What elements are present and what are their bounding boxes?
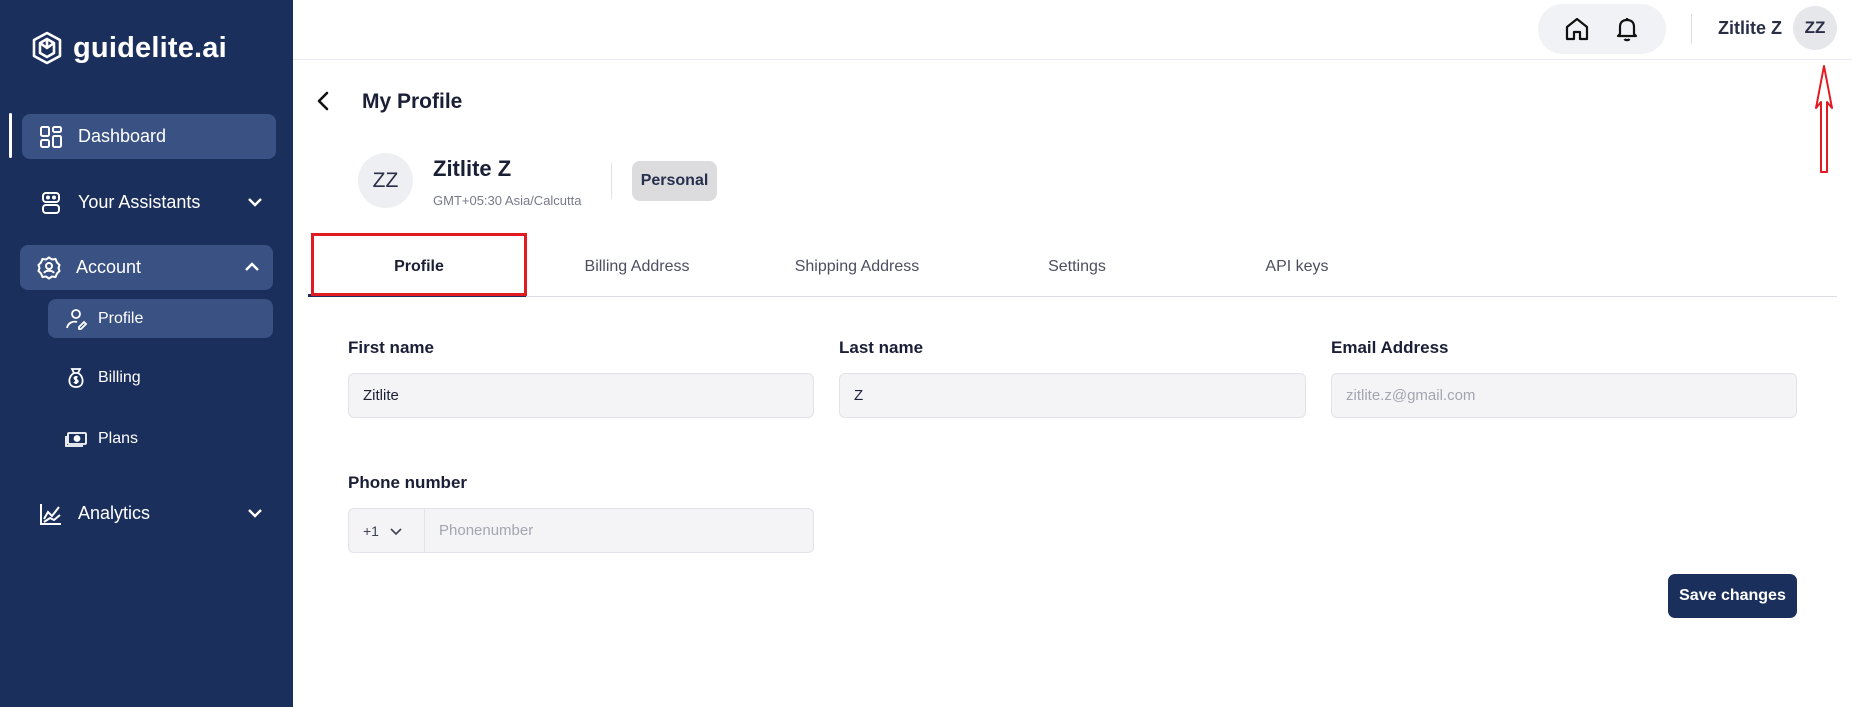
sidebar-subitem-plans[interactable]: Plans: [48, 419, 273, 458]
annotation-highlight-box: [311, 233, 527, 296]
sidebar-item-analytics[interactable]: Analytics: [22, 491, 276, 536]
sidebar-item-label: Plans: [98, 429, 139, 447]
profile-icon: [66, 308, 88, 330]
billing-icon: [68, 367, 84, 388]
sidebar-item-label: Profile: [98, 309, 144, 327]
top-bar: Zitlite Z ZZ: [293, 0, 1852, 60]
sidebar-subitem-billing[interactable]: Billing: [48, 358, 273, 397]
header-avatar[interactable]: ZZ: [1793, 6, 1837, 50]
home-icon[interactable]: [1563, 15, 1591, 43]
sidebar-item-label: Dashboard: [78, 126, 167, 146]
tab-settings[interactable]: Settings: [967, 258, 1187, 276]
last-name-field[interactable]: [839, 373, 1306, 418]
top-icon-group: [1538, 4, 1666, 54]
account-type-badge: Personal: [632, 161, 717, 201]
sidebar-item-label: Your Assistants: [78, 192, 201, 212]
account-gear-icon: [36, 255, 62, 281]
chevron-down-icon: [390, 527, 402, 535]
chevron-up-icon: [245, 262, 259, 271]
tab-shipping-address[interactable]: Shipping Address: [747, 258, 967, 276]
dashboard-icon: [38, 124, 64, 150]
phone-number-field[interactable]: [425, 509, 813, 552]
header-divider: [1691, 14, 1692, 44]
country-code-value: +1: [363, 522, 379, 539]
logo-icon: [32, 31, 62, 65]
sidebar-item-label: Analytics: [78, 503, 151, 523]
profile-divider: [611, 163, 612, 199]
country-code-select[interactable]: +1: [349, 509, 425, 552]
brand-name: guidelite.ai: [73, 31, 227, 64]
phone-label: Phone number: [348, 473, 468, 492]
tabs-divider: [308, 296, 1837, 297]
bell-icon[interactable]: [1613, 15, 1641, 43]
assistant-icon: [38, 190, 64, 216]
tab-billing-address[interactable]: Billing Address: [527, 258, 747, 276]
chevron-down-icon: [248, 509, 262, 518]
annotation-arrow-icon: [1815, 65, 1833, 173]
save-changes-button[interactable]: Save changes: [1668, 574, 1797, 618]
profile-name: Zitlite Z: [433, 156, 512, 181]
header-user-name[interactable]: Zitlite Z: [1718, 18, 1782, 39]
active-indicator: [9, 113, 12, 158]
email-label: Email Address: [1331, 338, 1449, 357]
email-field: [1331, 373, 1797, 418]
tab-api-keys[interactable]: API keys: [1187, 258, 1407, 276]
profile-avatar: ZZ: [358, 153, 413, 208]
sidebar-item-dashboard[interactable]: Dashboard: [22, 114, 276, 159]
chevron-down-icon: [248, 198, 262, 207]
plans-icon: [65, 431, 87, 447]
phone-field-group: +1: [348, 508, 814, 553]
sidebar-item-account[interactable]: Account: [20, 245, 273, 290]
profile-timezone: GMT+05:30 Asia/Calcutta: [433, 193, 582, 208]
analytics-icon: [38, 501, 64, 527]
brand-logo[interactable]: guidelite.ai: [29, 30, 227, 66]
sidebar-subitem-profile[interactable]: Profile: [48, 299, 273, 338]
first-name-label: First name: [348, 338, 434, 357]
sidebar-item-label: Account: [76, 257, 142, 277]
sidebar-item-label: Billing: [98, 368, 141, 386]
last-name-label: Last name: [839, 338, 924, 357]
sidebar-item-assistants[interactable]: Your Assistants: [22, 180, 276, 225]
sidebar: guidelite.ai Dashboard Your Assistants A…: [0, 0, 293, 707]
back-arrow-icon[interactable]: [313, 88, 335, 114]
page-title: My Profile: [362, 90, 463, 113]
first-name-field[interactable]: [348, 373, 814, 418]
